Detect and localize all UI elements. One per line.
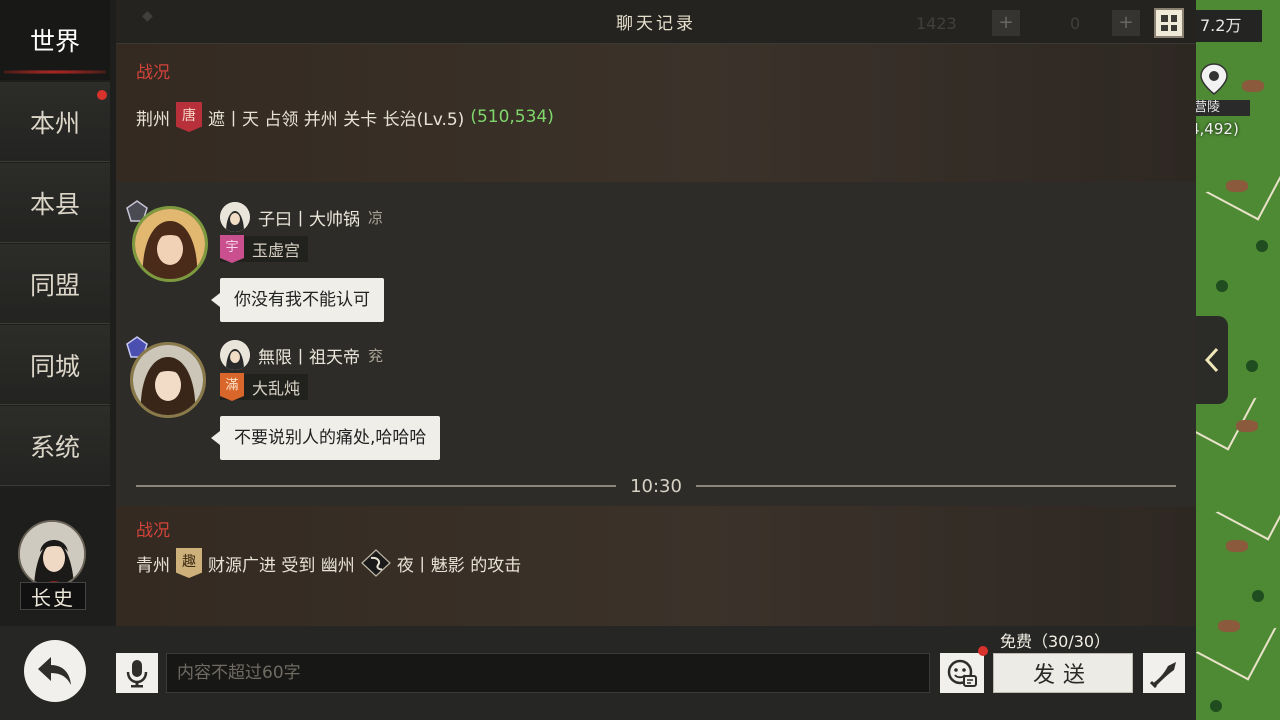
guild-row: 宇 玉虚宫 — [220, 235, 309, 263]
channel-sidebar: 世界 本州 本县 同盟 同城 系统 长史 — [0, 0, 116, 720]
back-button[interactable] — [24, 640, 86, 702]
notification-dot — [97, 90, 107, 100]
sender-region: 凉 — [368, 208, 384, 227]
tab-system[interactable]: 系统 — [0, 406, 110, 486]
report-text[interactable]: 夜丨魅影 的攻击 — [397, 551, 521, 576]
grid-cell — [1161, 15, 1168, 22]
tab-city[interactable]: 同城 — [0, 325, 110, 405]
expand-panel-button[interactable] — [1196, 316, 1228, 404]
guild-name[interactable]: 大乱炖 — [252, 375, 300, 399]
guild-row: 滿 大乱炖 — [220, 373, 309, 401]
grid-cell — [1161, 24, 1168, 31]
map-road — [1215, 459, 1280, 541]
map-rock — [1236, 420, 1258, 432]
grid-cell — [1170, 15, 1177, 22]
free-message-count: 免费（30/30） — [1000, 632, 1111, 651]
message-bubble[interactable]: 你没有我不能认可 — [211, 278, 384, 322]
sender-avatar[interactable] — [130, 342, 206, 418]
input-bar: 免费（30/30） 发送 — [0, 626, 1196, 720]
top-bar: ◆ 1423 + 0 + 聊天记录 — [116, 0, 1196, 52]
resource-counter: 7.2万 — [1196, 10, 1262, 42]
sender-region: 兖 — [368, 346, 384, 365]
message-input[interactable] — [166, 653, 930, 693]
chat-log[interactable]: 战况 荆州 唐 遮丨天 占领 并州 关卡 长治(Lv.5) (510,534) 子… — [116, 44, 1196, 626]
grid-menu-button[interactable] — [1154, 8, 1184, 38]
report-line: 荆州 唐 遮丨天 占领 并州 关卡 长治(Lv.5) (510,534) — [136, 102, 554, 132]
map-tree — [1216, 280, 1228, 292]
map-rock — [1226, 540, 1248, 552]
notification-dot — [978, 646, 988, 656]
player-avatar[interactable] — [18, 520, 86, 588]
tab-world[interactable]: 世界 — [0, 0, 110, 80]
map-tree — [1256, 240, 1268, 252]
sender-name[interactable]: 無限丨祖天帝 — [258, 343, 360, 368]
guild-flag-icon: 滿 — [220, 373, 244, 401]
map-road — [1196, 599, 1277, 681]
divider-time: 10:30 — [630, 475, 682, 497]
divider-line — [136, 485, 617, 487]
tab-state[interactable]: 本州 — [0, 82, 110, 162]
microphone-icon — [126, 660, 148, 688]
guild-name[interactable]: 玉虚宫 — [252, 237, 300, 261]
send-button[interactable]: 发送 — [993, 653, 1133, 693]
report-text[interactable]: 财源广进 受到 幽州 — [208, 551, 355, 576]
report-text[interactable]: 遮丨天 占领 并州 关卡 长治(Lv.5) — [208, 105, 464, 130]
report-region: 青州 — [136, 555, 170, 576]
faction-flag-icon: 趣 — [176, 548, 202, 578]
map-tree — [1210, 700, 1222, 712]
faction-flag-icon: 唐 — [176, 102, 202, 132]
voice-input-button[interactable] — [116, 653, 158, 693]
battle-report: 战况 青州 趣 财源广进 受到 幽州 夜丨魅影 的攻击 — [116, 506, 1196, 626]
sender-name[interactable]: 子曰丨大帅锅 — [258, 205, 360, 230]
sender-mini-avatar-icon — [220, 202, 250, 232]
sender-mini-avatar-icon — [220, 340, 250, 370]
player-portrait-icon — [20, 522, 84, 586]
map-rock — [1226, 180, 1248, 192]
grid-cell — [1170, 24, 1177, 31]
message-bubble[interactable]: 不要说别人的痛处,哈哈哈 — [210, 416, 441, 460]
broadcast-horn-button[interactable] — [1143, 653, 1185, 693]
report-title: 战况 — [136, 521, 170, 541]
emoji-chat-icon — [947, 659, 977, 687]
divider-line — [695, 485, 1176, 487]
time-divider: 10:30 — [136, 474, 1176, 498]
emoji-button[interactable] — [940, 653, 984, 693]
portrait-icon — [133, 345, 203, 415]
report-coords-link[interactable]: (510,534) — [470, 107, 554, 127]
sender-name-row: 無限丨祖天帝 兖 — [220, 340, 383, 370]
report-region: 荆州 — [136, 109, 170, 130]
report-title: 战况 — [136, 63, 170, 83]
sender-name-row: 子曰丨大帅锅 凉 — [220, 202, 383, 232]
portrait-icon — [135, 209, 205, 279]
map-pin-coords: 4,492) — [1190, 120, 1239, 138]
chevron-left-icon — [1204, 347, 1219, 373]
horn-icon — [1149, 662, 1176, 688]
map-tree — [1246, 360, 1258, 372]
report-line: 青州 趣 财源广进 受到 幽州 夜丨魅影 的攻击 — [136, 548, 521, 578]
chat-message: 子曰丨大帅锅 凉 宇 玉虚宫 你没有我不能认可 — [116, 196, 1196, 336]
chat-message: 無限丨祖天帝 兖 滿 大乱炖 不要说别人的痛处,哈哈哈 — [116, 334, 1196, 474]
back-arrow-icon — [38, 657, 71, 685]
faction-emblem-icon — [360, 549, 391, 577]
player-title-badge: 长史 — [20, 582, 86, 610]
battle-report: 战况 荆州 唐 遮丨天 占领 并州 关卡 长治(Lv.5) (510,534) — [116, 44, 1196, 182]
guild-flag-icon: 宇 — [220, 235, 244, 263]
map-pin-label: 营陵 — [1190, 100, 1250, 116]
tab-county[interactable]: 本县 — [0, 163, 110, 243]
map-rock — [1218, 620, 1240, 632]
map-rock — [1242, 80, 1264, 92]
tab-alliance[interactable]: 同盟 — [0, 244, 110, 324]
map-pin-icon[interactable] — [1198, 62, 1230, 96]
map-tree — [1252, 590, 1264, 602]
sender-avatar[interactable] — [132, 206, 208, 282]
page-title: 聊天记录 — [616, 14, 696, 34]
